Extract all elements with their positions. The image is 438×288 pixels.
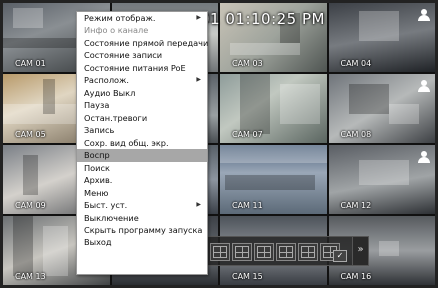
menu-item-label: Сохр. вид общ. экр. <box>84 137 169 148</box>
menu-item-label: Состояние записи <box>84 50 163 61</box>
menu-item-label: Архив. <box>84 175 113 186</box>
menu-item-label: Скрыть программу запуска <box>84 224 203 235</box>
camera-label: CAM 03 <box>232 59 263 68</box>
menu-item[interactable]: Сохр. вид общ. экр. <box>77 137 207 149</box>
menu-item[interactable]: Выключение <box>77 212 207 224</box>
submenu-arrow-icon: ▶ <box>196 201 201 209</box>
camera-label: CAM 08 <box>340 130 372 139</box>
menu-item[interactable]: Состояние прямой передачи <box>77 37 209 49</box>
menu-item-label: Запись <box>84 125 115 136</box>
menu-item-label: Поиск <box>84 162 110 173</box>
camera-label: CAM 13 <box>15 272 46 281</box>
menu-item[interactable]: Располож. ▶ <box>77 74 207 86</box>
camera-label: CAM 04 <box>340 59 372 68</box>
date-time-display: 01 01:10:25 PM <box>200 10 325 28</box>
layout-1x1-button[interactable] <box>210 243 230 261</box>
menu-item-label: Выключение <box>84 212 139 223</box>
menu-item[interactable]: Быст. уст. ▶ <box>77 199 207 211</box>
camera-label: CAM 07 <box>232 130 263 139</box>
person-icon <box>417 80 431 92</box>
menu-item[interactable]: Пауза <box>77 99 207 111</box>
layout-2x2-button[interactable] <box>232 243 252 261</box>
camera-label: CAM 05 <box>15 130 46 139</box>
camera-tile-08[interactable]: CAM 08 <box>328 74 435 143</box>
camera-label: CAM 15 <box>232 272 263 281</box>
toolbar-next-button[interactable]: » <box>352 236 369 266</box>
camera-label: CAM 09 <box>15 201 46 210</box>
menu-item[interactable]: Запись <box>77 124 207 136</box>
person-icon <box>417 9 431 21</box>
menu-item-label: Быст. уст. <box>84 200 128 211</box>
menu-item-label: Меню <box>84 187 109 198</box>
menu-item-label: Пауза <box>84 100 110 111</box>
menu-item[interactable]: Состояние питания PoE <box>77 62 207 74</box>
menu-item-label: Аудио Выкл <box>84 87 136 98</box>
menu-item[interactable]: Выход <box>77 236 207 248</box>
camera-tile-07[interactable]: CAM 07 <box>220 74 327 143</box>
layout-4x4-button[interactable] <box>276 243 296 261</box>
menu-item-label: Состояние питания PoE <box>84 62 186 73</box>
menu-item[interactable]: Меню <box>77 187 207 199</box>
menu-item-label: Состояние прямой передачи <box>84 37 209 48</box>
menu-item-label: Выход <box>84 237 112 248</box>
camera-tile-04[interactable]: CAM 04 <box>328 3 435 72</box>
menu-item-label: Воспр <box>84 150 110 161</box>
check-icon[interactable]: ✓ <box>333 250 347 262</box>
menu-item[interactable]: Аудио Выкл <box>77 87 207 99</box>
camera-label: CAM 01 <box>15 59 46 68</box>
menu-item[interactable]: Воспр <box>77 149 207 162</box>
menu-item[interactable]: Режим отображ. ▶ <box>77 12 207 24</box>
menu-item-label: Режим отображ. <box>84 13 156 23</box>
context-menu: Режим отображ. ▶ Инфо о канале Состояние пр… <box>76 11 208 275</box>
menu-item-label: Располож. <box>84 75 130 86</box>
menu-item-label: Остан.тревоги <box>84 112 148 123</box>
live-view-screen: CAM 01 CAM 03 CAM 04 CAM 05 CAM 07 CAM 0… <box>0 0 438 288</box>
submenu-arrow-icon: ▶ <box>196 76 201 84</box>
menu-item[interactable]: Состояние записи <box>77 49 207 61</box>
menu-item-label: Инфо о канале <box>84 25 149 36</box>
camera-tile-12[interactable]: CAM 12 <box>328 145 435 214</box>
submenu-arrow-icon: ▶ <box>196 14 201 21</box>
person-icon <box>417 151 431 163</box>
menu-item: Инфо о канале <box>77 24 207 36</box>
menu-item[interactable]: Архив. <box>77 174 207 186</box>
layout-3x3-button[interactable] <box>254 243 274 261</box>
camera-tile-11[interactable]: CAM 11 <box>220 145 327 214</box>
layout-5x5-button[interactable] <box>298 243 318 261</box>
camera-label: CAM 11 <box>232 201 263 210</box>
menu-item[interactable]: Поиск <box>77 162 207 174</box>
camera-label: CAM 16 <box>340 272 372 281</box>
menu-item[interactable]: Остан.тревоги <box>77 112 207 124</box>
menu-item[interactable]: Скрыть программу запуска <box>77 224 207 236</box>
camera-label: CAM 12 <box>340 201 372 210</box>
